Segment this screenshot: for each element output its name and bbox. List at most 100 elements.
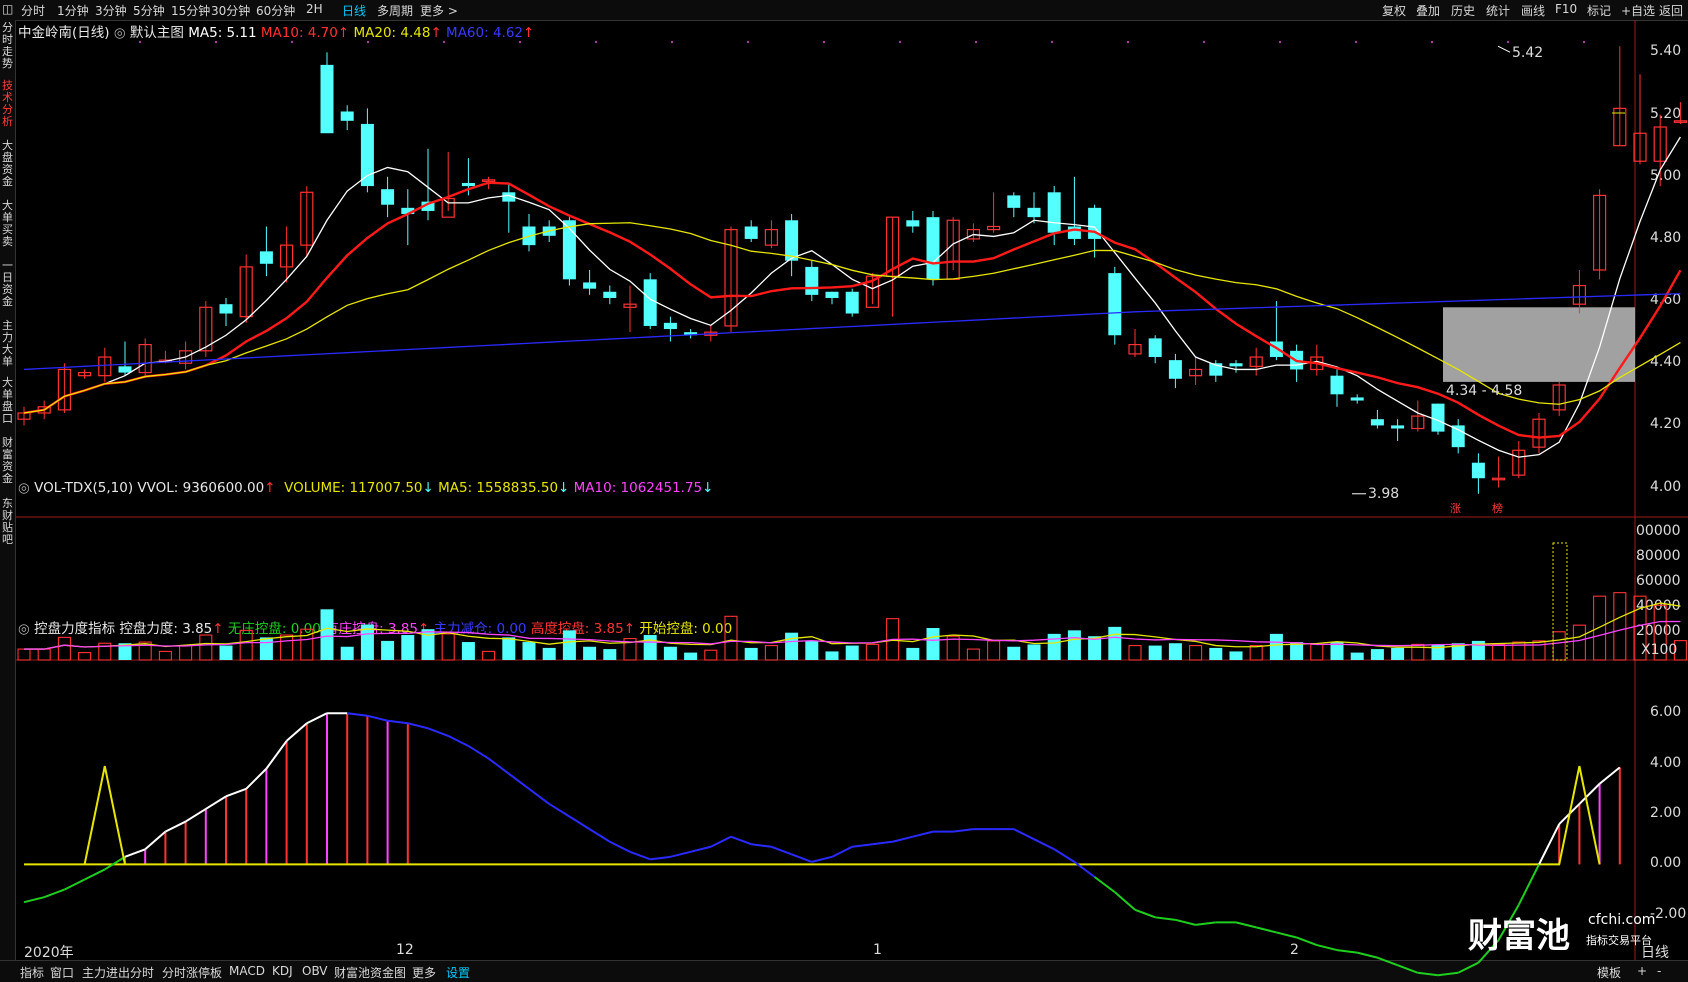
bottom-tab-9[interactable]: 设置 xyxy=(446,964,470,981)
period-tab-6[interactable]: 60分钟 xyxy=(256,2,295,19)
left-tab-3[interactable]: 大单买卖 xyxy=(1,200,14,248)
volume-bar xyxy=(1249,645,1263,661)
bottom-tab-7[interactable]: 财富池资金图 xyxy=(334,964,406,981)
candle-body xyxy=(1047,192,1061,233)
toolbar-right-item-1[interactable]: 叠加 xyxy=(1416,2,1440,19)
volume-bar xyxy=(381,640,395,660)
stock-title[interactable]: 中金岭南(日线) xyxy=(18,25,110,41)
candle-body xyxy=(785,220,799,261)
volume-bar xyxy=(1128,645,1142,661)
toolbar-right-item-2[interactable]: 历史 xyxy=(1451,2,1475,19)
indicator-title[interactable]: 控盘力度指标 xyxy=(34,621,115,637)
period-tab-10[interactable]: 更多 > xyxy=(420,2,458,19)
period-tab-4[interactable]: 15分钟 xyxy=(171,2,210,19)
volume-bar xyxy=(441,633,455,661)
control-curve-segment xyxy=(306,712,328,725)
control-curve-segment xyxy=(467,745,490,760)
volume-bar xyxy=(482,650,496,661)
volume-bar xyxy=(926,628,940,660)
toolbar-right-item-3[interactable]: 统计 xyxy=(1486,2,1510,19)
toolbar-right-item-7[interactable]: +自选 xyxy=(1621,2,1655,19)
brand-name: 财富池 xyxy=(1468,916,1570,956)
left-tab-1[interactable]: 技术分析 xyxy=(1,80,14,128)
period-tab-7[interactable]: 2H xyxy=(306,2,323,16)
candle-body xyxy=(865,275,880,308)
zhang-label: 涨 xyxy=(1450,502,1461,515)
period-tab-2[interactable]: 3分钟 xyxy=(95,2,127,19)
toolbar-right-item-5[interactable]: F10 xyxy=(1555,2,1577,16)
candle-body xyxy=(118,366,132,373)
control-curve-segment xyxy=(144,830,167,851)
control-curve-segment xyxy=(488,757,510,775)
candle-body xyxy=(1108,273,1122,336)
bottom-tab-2[interactable]: 主力进出分时 xyxy=(82,964,154,981)
control-curve-segment xyxy=(629,850,651,861)
candle-body xyxy=(1209,363,1223,376)
left-tab-2[interactable]: 大盘资金 xyxy=(1,140,14,188)
candle-body xyxy=(1411,415,1425,430)
control-curve-segment xyxy=(1255,926,1277,934)
top-marker-dot xyxy=(1430,40,1434,44)
period-tab-3[interactable]: 5分钟 xyxy=(133,2,165,19)
left-tab-7[interactable]: 财富资金 xyxy=(1,437,14,485)
left-tab-4[interactable]: 一日资金 xyxy=(1,260,14,308)
yzkp-value: 有庄控盘: 3.85 xyxy=(325,621,418,637)
bottom-tab-6[interactable]: OBV xyxy=(302,964,328,978)
control-curve-segment xyxy=(852,843,873,848)
toolbar-window-icon[interactable]: ◫ xyxy=(2,2,13,16)
bottom-tab-4[interactable]: MACD xyxy=(229,964,265,978)
candle-body xyxy=(1431,403,1445,432)
settings-circle-icon[interactable]: ◎ xyxy=(114,25,126,41)
candle-body xyxy=(764,228,779,246)
volume-bar xyxy=(199,634,213,661)
candle-body xyxy=(1088,207,1102,239)
left-tab-6[interactable]: 大单盘口 xyxy=(1,377,14,425)
period-tab-9[interactable]: 多周期 xyxy=(377,2,413,19)
left-tab-5[interactable]: 主力大单 xyxy=(1,320,14,368)
volume-bar xyxy=(845,645,859,660)
bottom-right-item-0[interactable]: 模板 xyxy=(1597,964,1621,981)
toggle-icon[interactable]: ◎ xyxy=(18,480,30,496)
vol-title[interactable]: VOL-TDX(5,10) xyxy=(34,480,133,496)
bottom-right-item-2[interactable]: - xyxy=(1657,964,1661,978)
bottom-tab-5[interactable]: KDJ xyxy=(272,964,293,978)
volume-bar xyxy=(179,645,193,661)
bottom-tab-8[interactable]: 更多 xyxy=(412,964,436,981)
top-marker-dot xyxy=(138,40,142,44)
candle-body xyxy=(199,306,213,352)
toolbar-right-item-4[interactable]: 画线 xyxy=(1521,2,1545,19)
volume-bar xyxy=(259,637,273,660)
control-curve-segment xyxy=(1276,931,1297,939)
left-tab-0[interactable]: 分时走势 xyxy=(1,22,14,70)
control-curve-segment xyxy=(347,712,368,717)
control-curve-segment xyxy=(23,896,45,904)
candle-body xyxy=(280,244,294,268)
bottom-tab-3[interactable]: 分时涨停板 xyxy=(162,964,222,981)
vvol-value: VVOL: 9360600.00 xyxy=(137,480,265,496)
control-curve-segment xyxy=(1517,863,1540,906)
period-tab-1[interactable]: 1分钟 xyxy=(57,2,89,19)
period-tab-5[interactable]: 30分钟 xyxy=(211,2,250,19)
bottom-right-item-1[interactable]: + xyxy=(1637,964,1647,978)
price-tick: 5.20 xyxy=(1650,105,1682,122)
candle-body xyxy=(1491,477,1506,481)
period-tab-8[interactable]: 日线 xyxy=(342,2,366,19)
indicator-header: ◎ 控盘力度指标 控盘力度: 3.85↑ 无庄控盘: 0.00 有庄控盘: 3.… xyxy=(18,621,733,637)
candle-body xyxy=(401,207,415,215)
toolbar-right-item-6[interactable]: 标记 xyxy=(1587,2,1611,19)
control-curve-segment xyxy=(953,828,974,833)
toolbar-right-item-0[interactable]: 复权 xyxy=(1382,2,1406,19)
volume-bar xyxy=(987,640,1001,661)
period-tab-0[interactable]: 分时 xyxy=(21,2,45,19)
top-marker-dot xyxy=(366,40,370,44)
toggle-icon[interactable]: ◎ xyxy=(18,621,30,637)
left-tab-8[interactable]: 东财贴吧 xyxy=(1,498,14,546)
indicator-tick: 4.00 xyxy=(1650,754,1682,771)
theme-label[interactable]: 默认主图 xyxy=(130,25,184,41)
toolbar-right-item-8[interactable]: 返回 xyxy=(1659,2,1683,19)
candle-body xyxy=(684,332,698,336)
bottom-tab-1[interactable]: 窗口 xyxy=(50,964,74,981)
range-box xyxy=(1443,307,1635,382)
control-curve-segment xyxy=(1316,944,1338,952)
bottom-tab-0[interactable]: 指标 xyxy=(20,964,44,981)
